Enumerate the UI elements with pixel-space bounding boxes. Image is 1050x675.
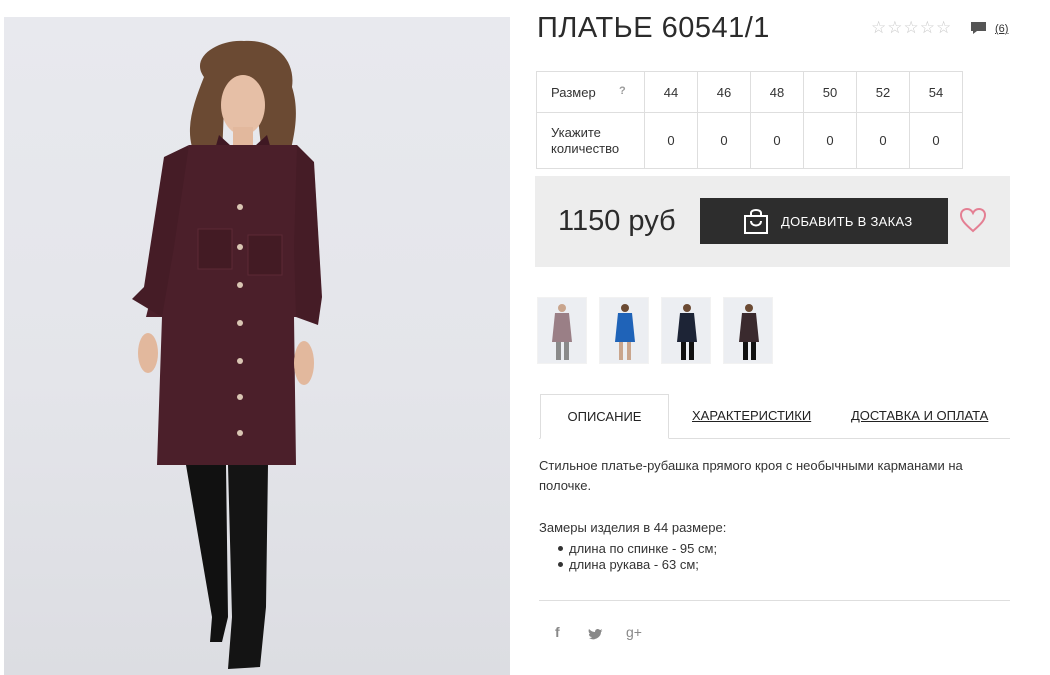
size-label: Размер (551, 84, 596, 100)
measures-list: длина по спинке - 95 см; длина рукава - … (557, 541, 718, 573)
divider (539, 600, 1010, 601)
size-value: 44 (644, 71, 698, 113)
dress-model-illustration (132, 40, 322, 669)
quantity-input[interactable]: 0 (750, 112, 804, 169)
measures-title: Замеры изделия в 44 размере: (539, 520, 727, 535)
measure-item: длина рукава - 63 см; (557, 557, 717, 573)
size-value: 50 (803, 71, 857, 113)
quantity-label: Укажите количество (536, 112, 645, 169)
facebook-icon[interactable]: f (555, 624, 560, 640)
price: 1150 руб (558, 205, 676, 237)
star-icon[interactable]: ☆ (871, 19, 886, 36)
comment-icon[interactable] (970, 21, 987, 35)
size-row: Размер ? 44 46 48 50 52 54 (536, 71, 963, 113)
price-box: 1150 руб ДОБАВИТЬ В ЗАКАЗ (535, 176, 1010, 267)
color-thumbnails (537, 297, 773, 364)
size-help-icon[interactable]: ? (619, 85, 626, 97)
thumbnail-color-1[interactable] (537, 297, 587, 364)
quantity-input[interactable]: 0 (803, 112, 857, 169)
thumbnail-model-icon (552, 304, 572, 360)
add-to-order-label: ДОБАВИТЬ В ЗАКАЗ (781, 214, 913, 229)
add-to-order-button[interactable]: ДОБАВИТЬ В ЗАКАЗ (700, 198, 948, 244)
size-label-cell: Размер ? (536, 71, 645, 113)
measure-item: длина по спинке - 95 см; (557, 541, 718, 556)
tab-description[interactable]: ОПИСАНИЕ (540, 394, 669, 439)
thumbnail-model-icon (615, 304, 635, 360)
twitter-icon[interactable] (588, 628, 604, 641)
size-value: 48 (750, 71, 804, 113)
quantity-input[interactable]: 0 (856, 112, 910, 169)
size-value: 46 (697, 71, 751, 113)
quantity-input[interactable]: 0 (909, 112, 963, 169)
size-table: Размер ? 44 46 48 50 52 54 Укажите колич… (536, 71, 963, 169)
thumbnail-color-4[interactable] (723, 297, 773, 364)
description-text: Стильное платье-рубашка прямого кроя с н… (539, 458, 963, 493)
star-icon[interactable]: ☆ (904, 19, 919, 36)
heart-icon[interactable] (959, 207, 987, 233)
product-title: ПЛАТЬЕ 60541/1 (537, 12, 770, 44)
size-value: 52 (856, 71, 910, 113)
thumbnail-color-2[interactable] (599, 297, 649, 364)
star-icon[interactable]: ☆ (920, 19, 935, 36)
star-icon[interactable]: ☆ (936, 19, 951, 36)
thumbnail-model-icon (677, 304, 697, 360)
quantity-row: Укажите количество 0 0 0 0 0 0 (536, 112, 963, 169)
thumbnail-model-icon (739, 304, 759, 360)
quantity-input[interactable]: 0 (644, 112, 698, 169)
review-count-link[interactable]: (6) (995, 23, 1008, 35)
shopping-bag-icon (744, 209, 768, 234)
google-plus-icon[interactable]: g+ (626, 624, 642, 640)
star-icon[interactable]: ☆ (887, 19, 902, 36)
thumbnail-color-3[interactable] (661, 297, 711, 364)
tab-characteristics[interactable]: ХАРАКТЕРИСТИКИ (692, 394, 811, 439)
product-main-photo[interactable] (4, 17, 510, 675)
product-tabs: ОПИСАНИЕ ХАРАКТЕРИСТИКИ ДОСТАВКА И ОПЛАТ… (539, 394, 1010, 439)
tab-delivery-payment[interactable]: ДОСТАВКА И ОПЛАТА (851, 394, 988, 439)
rating-stars[interactable]: ☆ ☆ ☆ ☆ ☆ (871, 19, 951, 36)
size-value: 54 (909, 71, 963, 113)
quantity-input[interactable]: 0 (697, 112, 751, 169)
